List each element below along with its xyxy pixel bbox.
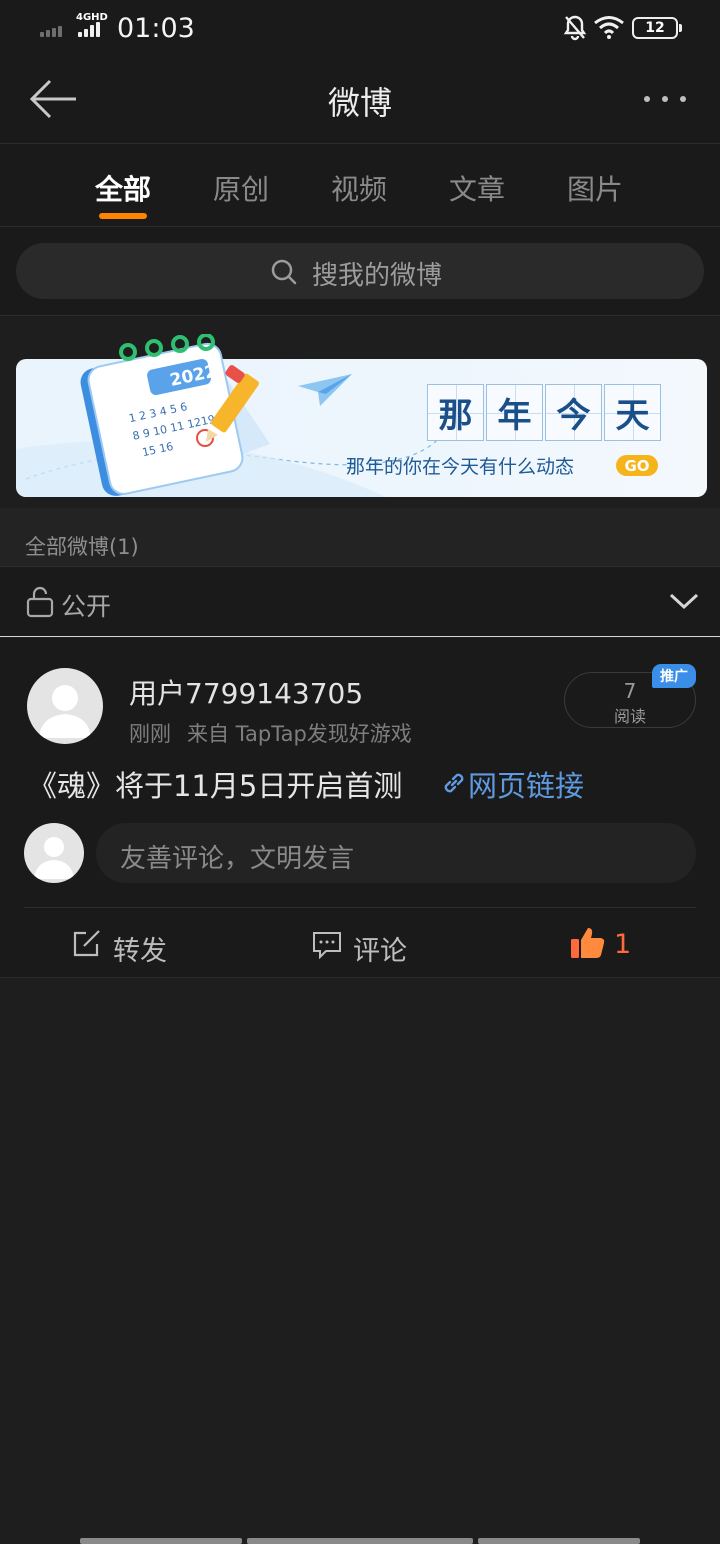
tab-article[interactable]: 文章 xyxy=(417,168,537,208)
tab-image[interactable]: 图片 xyxy=(535,168,655,208)
banner-title-char: 年 xyxy=(486,384,543,441)
comment-placeholder: 友善评论，文明发言 xyxy=(120,844,355,874)
banner-title-char: 今 xyxy=(545,384,602,441)
banner-title-char: 那 xyxy=(427,384,484,441)
page-title: 微博 xyxy=(327,84,392,122)
post-username[interactable]: 用户7799143705 xyxy=(129,672,363,712)
status-time: 01:03 xyxy=(117,13,195,44)
search-placeholder: 搜我的微博 xyxy=(312,261,443,291)
battery-icon: 12 xyxy=(632,17,678,39)
repost-icon[interactable] xyxy=(72,930,102,962)
post-time: 刚刚 xyxy=(129,722,171,746)
banner-title: 那 年 今 天 xyxy=(427,384,661,441)
banner-title-char: 天 xyxy=(604,384,661,441)
signal-icon xyxy=(40,26,62,37)
battery-level: 12 xyxy=(645,20,665,36)
divider xyxy=(24,907,696,908)
section-label: 全部微博(1) xyxy=(25,535,139,559)
tab-video[interactable]: 视频 xyxy=(299,168,419,208)
avatar[interactable] xyxy=(27,668,103,744)
mute-bell-icon xyxy=(563,14,587,46)
link-icon xyxy=(441,770,467,800)
my-avatar xyxy=(24,823,84,883)
post-meta: 刚刚 来自 TapTap发现好游戏 xyxy=(129,718,412,748)
tab-all[interactable]: 全部 xyxy=(63,168,183,208)
wifi-icon xyxy=(593,15,625,43)
more-dots-icon[interactable] xyxy=(644,96,686,102)
tab-original[interactable]: 原创 xyxy=(181,168,301,208)
paper-plane-icon xyxy=(296,372,356,412)
active-tab-indicator xyxy=(99,213,147,219)
unlock-icon xyxy=(26,586,54,622)
post-source[interactable]: 来自 TapTap发现好游戏 xyxy=(187,722,412,746)
search-icon xyxy=(270,258,298,290)
battery-tip xyxy=(679,24,682,32)
post-text: 《魂》将于11月5日开启首测 xyxy=(28,769,403,803)
nav-gesture-bar xyxy=(80,1538,242,1544)
nav-gesture-bar xyxy=(247,1538,473,1544)
comment-icon[interactable] xyxy=(312,931,342,963)
promote-badge[interactable]: 推广 xyxy=(652,664,696,688)
banner-subtitle: 那年的你在今天有什么动态 xyxy=(346,456,575,478)
web-link[interactable]: 网页链接 xyxy=(468,763,584,805)
visibility-label: 公开 xyxy=(61,592,112,621)
comment-button[interactable]: 评论 xyxy=(353,929,407,968)
like-count[interactable]: 1 xyxy=(614,929,631,960)
go-button[interactable]: GO xyxy=(616,455,658,476)
signal-strength-icon xyxy=(78,22,100,37)
read-label: 阅读 xyxy=(613,707,646,726)
thumbs-up-icon[interactable] xyxy=(570,926,606,964)
calendar-illustration-icon: 2022 1 2 3 4 5 6 8 9 10 11 12 15 16 19 2… xyxy=(30,333,280,508)
chevron-down-icon[interactable] xyxy=(668,591,700,615)
nav-gesture-bar xyxy=(478,1538,640,1544)
repost-button[interactable]: 转发 xyxy=(113,929,167,968)
